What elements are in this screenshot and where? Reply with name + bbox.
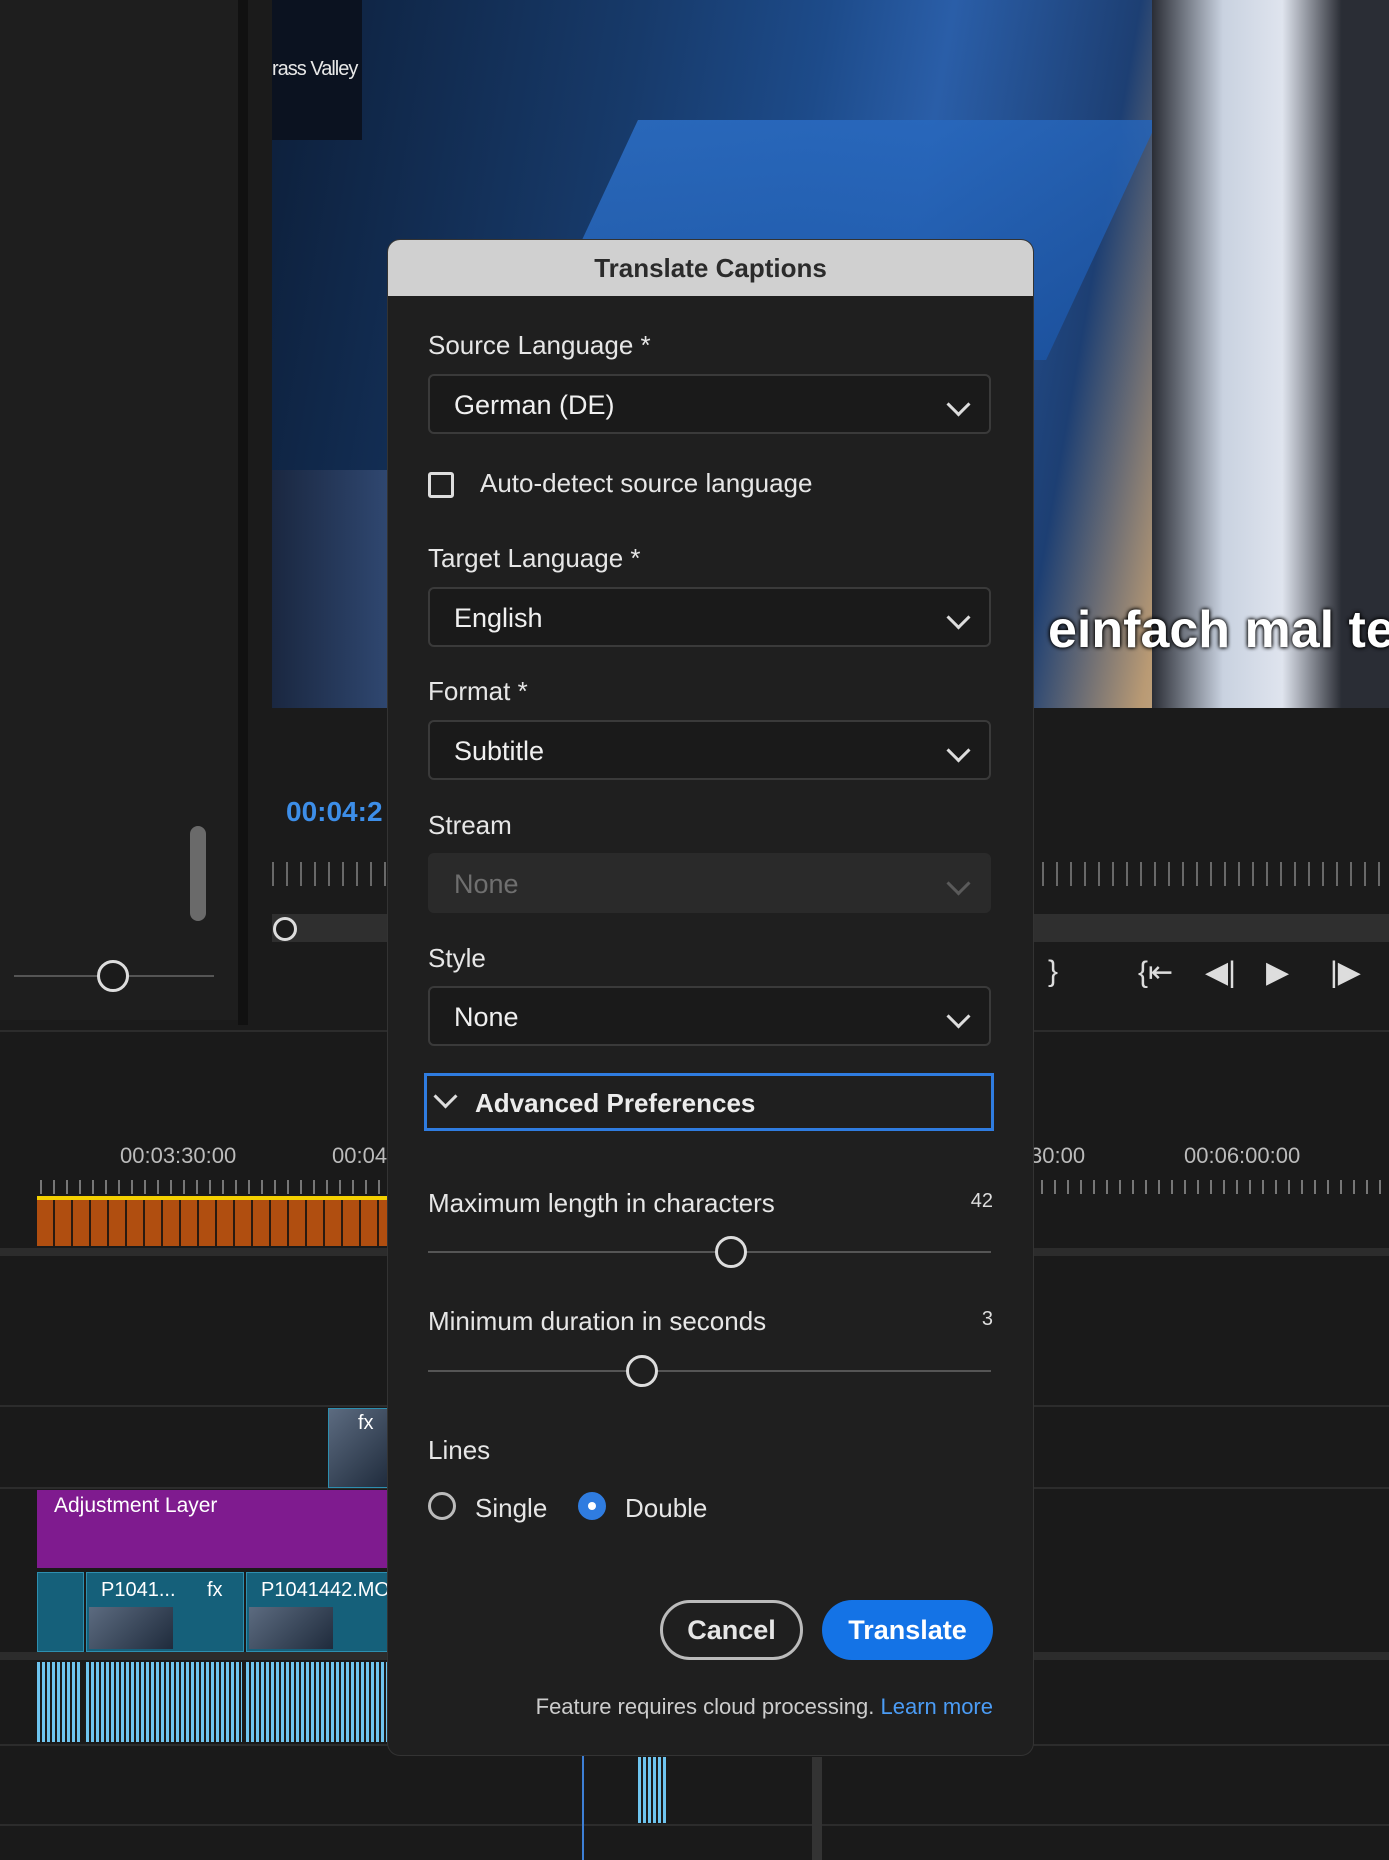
advanced-preferences-label: Advanced Preferences — [475, 1088, 756, 1118]
lines-label: Lines — [428, 1435, 491, 1465]
lines-double-radio[interactable] — [578, 1492, 606, 1520]
min-duration-value: 3 — [981, 1308, 993, 1330]
source-language-dropdown[interactable]: German (DE) — [428, 374, 991, 434]
lines-single-label[interactable]: Single — [475, 1493, 547, 1524]
cancel-button[interactable]: Cancel — [660, 1600, 803, 1660]
learn-more-link[interactable]: Learn more — [880, 1694, 993, 1719]
adjustment-layer-label: Adjustment Layer — [54, 1494, 218, 1517]
background-server — [272, 470, 387, 708]
format-label: Format * — [428, 676, 528, 706]
target-language-label: Target Language * — [428, 543, 641, 573]
source-language-label: Source Language * — [428, 330, 651, 360]
brand-sign: rass Valley — [272, 58, 358, 80]
chevron-down-icon — [946, 738, 971, 763]
panel-divider[interactable] — [238, 0, 248, 1025]
track-divider — [0, 1824, 1389, 1826]
zoom-slider-handle[interactable] — [97, 960, 129, 992]
source-language-value: German (DE) — [454, 390, 615, 420]
vertical-scrollbar[interactable] — [190, 826, 206, 921]
max-length-value: 42 — [970, 1190, 993, 1212]
audio-clip[interactable] — [246, 1662, 389, 1742]
max-length-slider-track[interactable] — [428, 1251, 991, 1253]
translate-button[interactable]: Translate — [822, 1600, 993, 1660]
timeline-time-label: 30:00 — [1030, 1143, 1086, 1168]
stream-label: Stream — [428, 810, 512, 840]
min-duration-label: Minimum duration in seconds — [428, 1306, 767, 1336]
translate-captions-dialog: Translate Captions Source Language * Ger… — [388, 240, 1033, 1755]
target-language-value: English — [454, 603, 543, 633]
video-caption-text: einfach mal te — [1048, 601, 1389, 659]
step-back-icon[interactable]: ◀| — [1205, 955, 1236, 990]
go-to-in-icon[interactable]: {⇤ — [1138, 955, 1173, 990]
max-length-label: Maximum length in characters — [428, 1188, 775, 1218]
timeline-time-label: 00:04 — [332, 1143, 388, 1168]
mark-out-icon[interactable]: } — [1048, 955, 1058, 989]
max-length-slider-handle[interactable] — [715, 1236, 747, 1268]
timeline-scrollbar[interactable] — [812, 1757, 822, 1860]
playhead-timecode[interactable]: 00:04:2 — [286, 796, 383, 828]
lines-single-radio[interactable] — [428, 1492, 456, 1520]
stream-value: None — [454, 869, 519, 899]
clip-thumbnail — [249, 1607, 333, 1649]
chevron-down-icon — [946, 1004, 971, 1029]
timeline-time-label: 00:06:00:00 — [1184, 1143, 1301, 1168]
min-duration-slider-track[interactable] — [428, 1370, 991, 1372]
fx-icon: fx — [207, 1579, 223, 1601]
style-label: Style — [428, 943, 486, 973]
format-value: Subtitle — [454, 736, 545, 766]
clip-name: P1041442.MO — [261, 1579, 390, 1601]
fx-icon: fx — [358, 1412, 374, 1434]
audio-clip[interactable] — [37, 1662, 82, 1742]
dialog-titlebar[interactable]: Translate Captions — [388, 240, 1033, 296]
video-clip[interactable]: P1041442.MO — [246, 1572, 391, 1652]
clip-thumbnail — [89, 1607, 173, 1649]
style-value: None — [454, 1002, 519, 1032]
step-forward-icon[interactable]: |▶ — [1330, 955, 1361, 990]
audio-clip[interactable] — [86, 1662, 242, 1742]
chevron-down-icon — [946, 392, 971, 417]
cloud-processing-text: Feature requires cloud processing. — [535, 1694, 875, 1719]
auto-detect-checkbox[interactable] — [428, 472, 454, 498]
clip-name: P1041... — [101, 1579, 176, 1601]
video-clip[interactable]: P1041... fx — [86, 1572, 244, 1652]
stream-dropdown: None — [428, 853, 991, 913]
play-icon[interactable]: ▶ — [1266, 955, 1289, 990]
dialog-title: Translate Captions — [594, 252, 827, 283]
format-dropdown[interactable]: Subtitle — [428, 720, 991, 780]
advanced-preferences-toggle[interactable]: Advanced Preferences — [424, 1073, 994, 1131]
monitor-playhead-handle[interactable] — [273, 917, 297, 941]
target-language-dropdown[interactable]: English — [428, 587, 991, 647]
chevron-down-icon — [946, 605, 971, 630]
style-dropdown[interactable]: None — [428, 986, 991, 1046]
chevron-down-icon — [946, 871, 971, 896]
auto-detect-label[interactable]: Auto-detect source language — [480, 468, 812, 499]
video-clip[interactable] — [37, 1572, 84, 1652]
cloud-processing-note: Feature requires cloud processing. Learn… — [536, 1694, 993, 1720]
min-duration-slider-handle[interactable] — [626, 1355, 658, 1387]
caption-track-clips[interactable] — [37, 1200, 389, 1246]
timeline-time-label: 00:03:30:00 — [120, 1143, 237, 1168]
audio-clip[interactable] — [638, 1757, 668, 1823]
chevron-down-icon — [433, 1084, 458, 1109]
timeline-playhead[interactable] — [582, 1755, 584, 1860]
lines-double-label[interactable]: Double — [625, 1493, 707, 1524]
